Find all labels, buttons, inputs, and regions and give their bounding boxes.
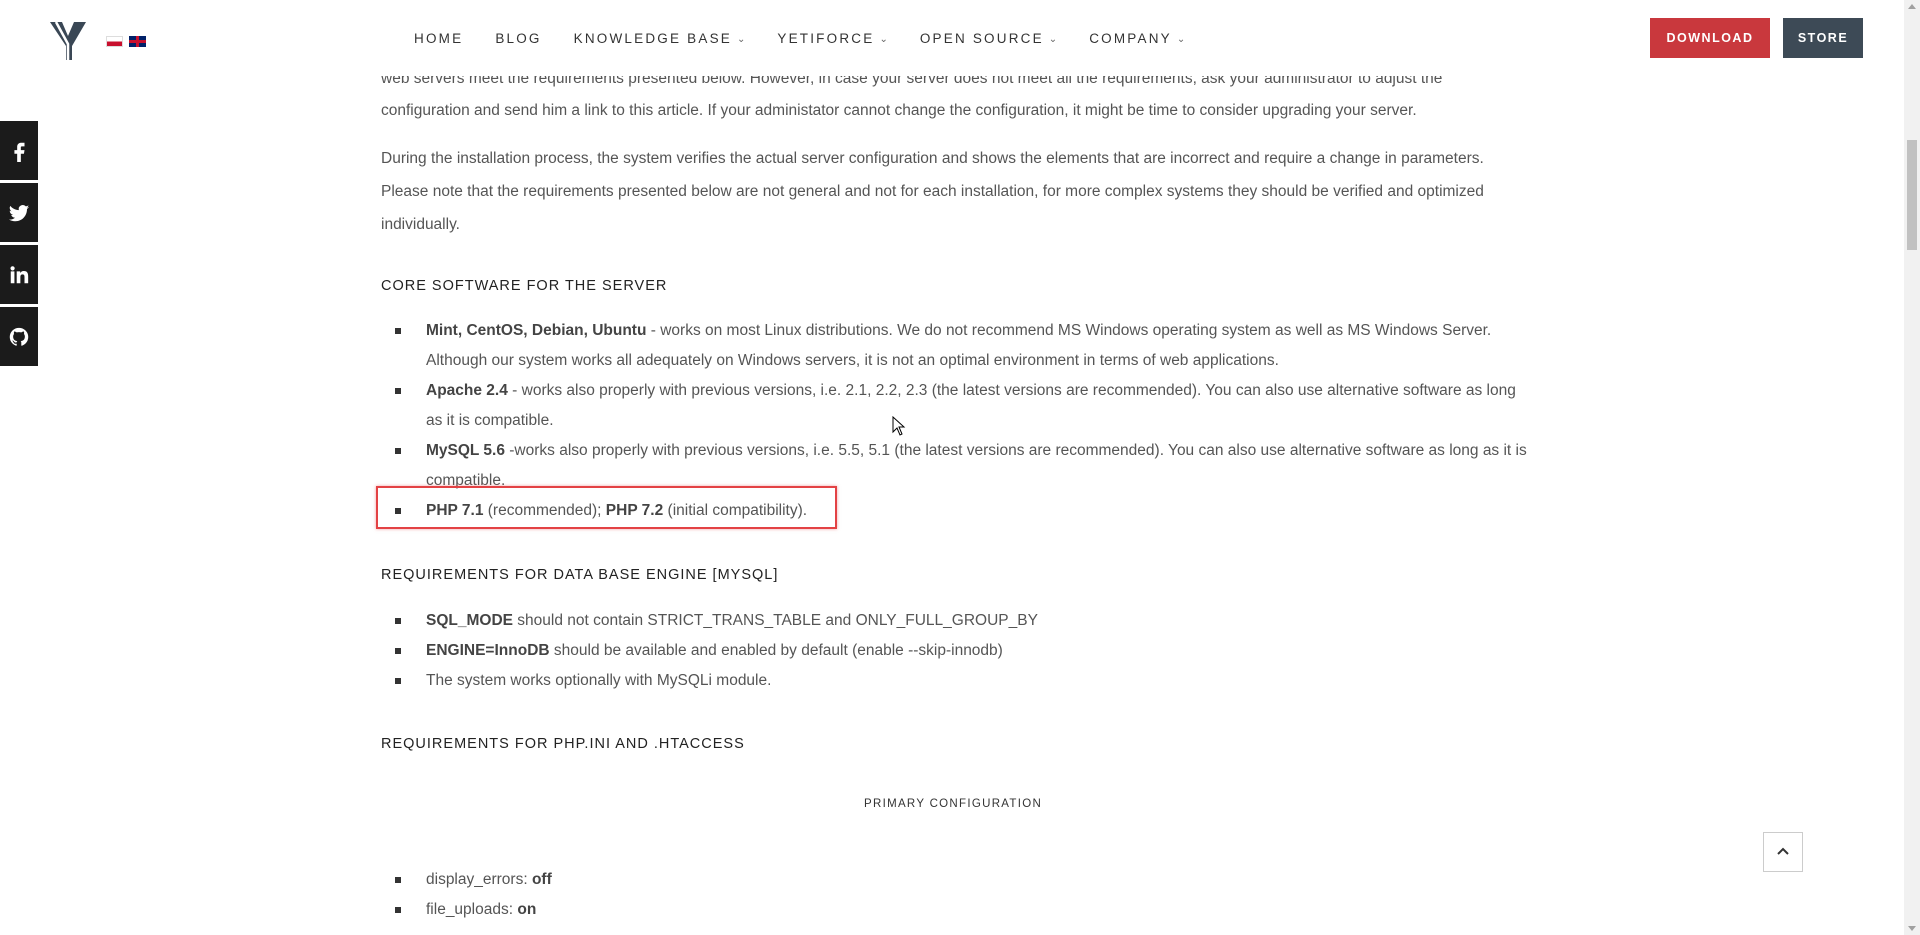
list-item: The system works optionally with MySQLi … — [381, 666, 1531, 696]
nav-open-source[interactable]: OPEN SOURCE ⌄ — [920, 31, 1057, 46]
primary-config-subheading: PRIMARY CONFIGURATION — [864, 798, 1043, 810]
chevron-down-icon: ⌄ — [1176, 34, 1186, 45]
language-switcher — [106, 36, 146, 47]
main-nav: HOME BLOG KNOWLEDGE BASE ⌄ YETIFORCE ⌄ OPE… — [414, 31, 1217, 46]
scrollbar-thumb[interactable] — [1907, 140, 1917, 250]
list-item: Apache 2.4 - works also properly with pr… — [381, 376, 1531, 436]
list-item: display_errors: off — [381, 865, 1531, 895]
chevron-down-icon: ⌄ — [1048, 34, 1058, 45]
list-item: file_uploads: on — [381, 895, 1531, 925]
linkedin-icon — [10, 265, 29, 283]
twitter-share-button[interactable] — [0, 183, 38, 242]
back-to-top-button[interactable] — [1763, 832, 1803, 872]
linkedin-share-button[interactable] — [0, 245, 38, 304]
scroll-down-arrow-icon[interactable] — [1908, 926, 1916, 931]
nav-home[interactable]: HOME — [414, 31, 463, 46]
page-scrollbar[interactable] — [1904, 0, 1920, 935]
db-engine-heading: REQUIREMENTS FOR DATA BASE ENGINE [MYSQL… — [381, 567, 779, 583]
download-button[interactable]: DOWNLOAD — [1650, 18, 1770, 58]
scroll-up-arrow-icon[interactable] — [1908, 4, 1916, 9]
facebook-icon — [14, 142, 25, 162]
list-item: SQL_MODE should not contain STRICT_TRANS… — [381, 606, 1531, 636]
twitter-icon — [8, 204, 30, 221]
facebook-share-button[interactable] — [0, 121, 38, 180]
github-icon — [9, 327, 29, 346]
yetiforce-logo[interactable] — [48, 18, 88, 62]
nav-blog[interactable]: BLOG — [495, 31, 541, 46]
intro-paragraph-line2: configuration and send him a link to thi… — [381, 102, 1417, 119]
chevron-down-icon: ⌄ — [736, 34, 746, 45]
highlight-annotation — [376, 486, 837, 529]
nav-knowledge-base[interactable]: KNOWLEDGE BASE ⌄ — [574, 31, 746, 46]
list-item: ENGINE=InnoDB should be available and en… — [381, 636, 1531, 666]
core-software-heading: CORE SOFTWARE FOR THE SERVER — [381, 278, 668, 294]
nav-yetiforce[interactable]: YETIFORCE ⌄ — [777, 31, 887, 46]
nav-company[interactable]: COMPANY ⌄ — [1089, 31, 1185, 46]
store-button[interactable]: STORE — [1783, 18, 1863, 58]
github-link-button[interactable] — [0, 307, 38, 366]
config-list: display_errors: off file_uploads: on — [381, 865, 1531, 925]
php-ini-heading: REQUIREMENTS FOR PHP.INI AND .HTACCESS — [381, 736, 745, 752]
site-header: HOME BLOG KNOWLEDGE BASE ⌄ YETIFORCE ⌄ OPE… — [0, 0, 1904, 76]
chevron-down-icon: ⌄ — [879, 34, 888, 45]
list-item: Mint, CentOS, Debian, Ubuntu - works on … — [381, 316, 1531, 376]
db-requirements-list: SQL_MODE should not contain STRICT_TRANS… — [381, 606, 1531, 696]
mouse-cursor-icon — [892, 416, 906, 436]
english-flag-icon[interactable] — [129, 36, 146, 47]
chevron-up-icon — [1777, 847, 1789, 855]
install-paragraph: During the installation process, the sys… — [381, 150, 1484, 233]
polish-flag-icon[interactable] — [106, 36, 123, 47]
social-share-bar — [0, 121, 38, 369]
